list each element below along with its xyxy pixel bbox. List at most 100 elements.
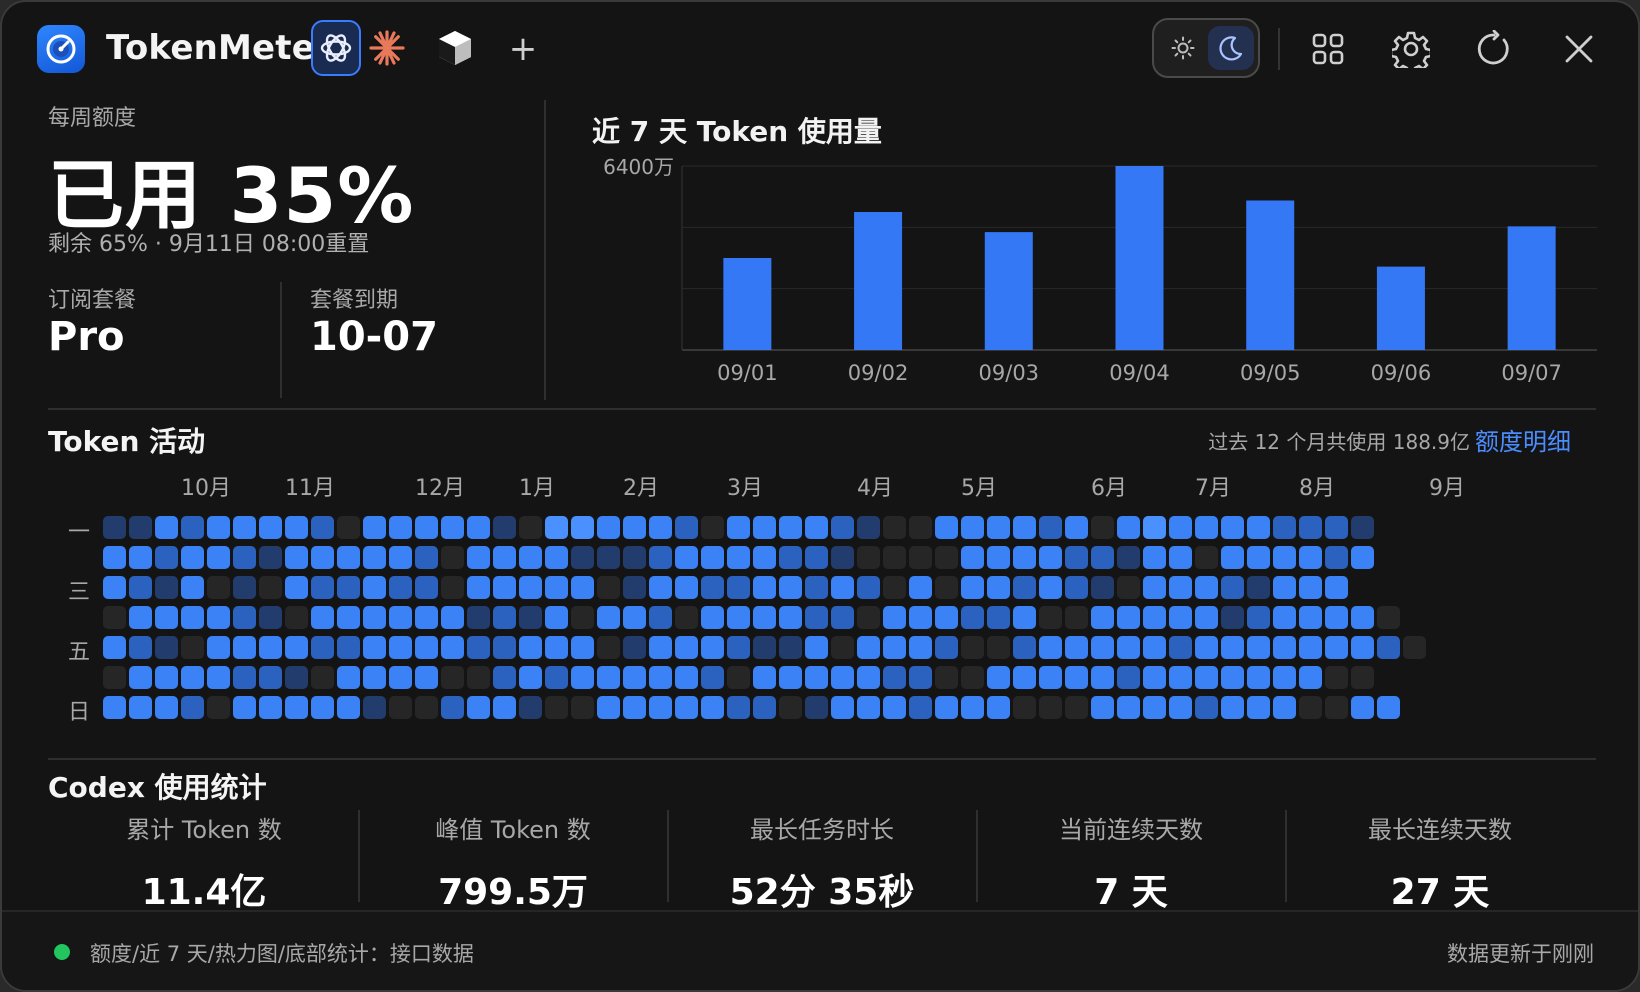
- heatmap-cell[interactable]: [961, 666, 984, 689]
- heatmap-cell[interactable]: [337, 696, 360, 719]
- heatmap-cell[interactable]: [207, 666, 230, 689]
- heatmap-cell[interactable]: [779, 636, 802, 659]
- heatmap-cell[interactable]: [1195, 576, 1218, 599]
- heatmap-cell[interactable]: [337, 636, 360, 659]
- heatmap-cell[interactable]: [1325, 606, 1348, 629]
- heatmap-cell[interactable]: [259, 696, 282, 719]
- heatmap-cell[interactable]: [1221, 516, 1244, 539]
- heatmap-cell[interactable]: [233, 606, 256, 629]
- heatmap-cell[interactable]: [649, 666, 672, 689]
- heatmap-cell[interactable]: [701, 516, 724, 539]
- heatmap-cell[interactable]: [155, 606, 178, 629]
- heatmap-cell[interactable]: [1143, 576, 1166, 599]
- refresh-icon[interactable]: [1467, 22, 1521, 76]
- heatmap-cell[interactable]: [207, 546, 230, 569]
- chart-bar[interactable]: [723, 258, 772, 350]
- heatmap-cell[interactable]: [129, 546, 152, 569]
- heatmap-cell[interactable]: [597, 636, 620, 659]
- heatmap-cell[interactable]: [753, 546, 776, 569]
- heatmap-cell[interactable]: [415, 576, 438, 599]
- heatmap-cell[interactable]: [1117, 666, 1140, 689]
- heatmap-cell[interactable]: [1065, 666, 1088, 689]
- heatmap-cell[interactable]: [1351, 696, 1374, 719]
- grid-view-icon[interactable]: [1301, 22, 1355, 76]
- heatmap-cell[interactable]: [571, 546, 594, 569]
- heatmap-cell[interactable]: [1299, 636, 1322, 659]
- heatmap-cell[interactable]: [987, 606, 1010, 629]
- heatmap-cell[interactable]: [311, 696, 334, 719]
- chart-bar[interactable]: [984, 232, 1033, 350]
- heatmap-cell[interactable]: [467, 606, 490, 629]
- heatmap-cell[interactable]: [831, 516, 854, 539]
- heatmap-cell[interactable]: [1299, 606, 1322, 629]
- heatmap-cell[interactable]: [467, 636, 490, 659]
- heatmap-cell[interactable]: [259, 516, 282, 539]
- heatmap-cell[interactable]: [285, 636, 308, 659]
- heatmap-cell[interactable]: [493, 516, 516, 539]
- heatmap-cell[interactable]: [1065, 516, 1088, 539]
- heatmap-cell[interactable]: [181, 666, 204, 689]
- heatmap-cell[interactable]: [545, 696, 568, 719]
- heatmap-cell[interactable]: [155, 546, 178, 569]
- heatmap-cell[interactable]: [519, 576, 542, 599]
- heatmap-cell[interactable]: [1247, 516, 1270, 539]
- heatmap-cell[interactable]: [831, 696, 854, 719]
- heatmap-cell[interactable]: [1273, 516, 1296, 539]
- heatmap-cell[interactable]: [1091, 516, 1114, 539]
- heatmap-cell[interactable]: [623, 636, 646, 659]
- add-provider-button[interactable]: +: [496, 22, 550, 76]
- heatmap-cell[interactable]: [441, 636, 464, 659]
- heatmap-cell[interactable]: [961, 696, 984, 719]
- heatmap-cell[interactable]: [493, 636, 516, 659]
- heatmap-cell[interactable]: [649, 636, 672, 659]
- heatmap-cell[interactable]: [285, 666, 308, 689]
- heatmap-cell[interactable]: [935, 636, 958, 659]
- heatmap-cell[interactable]: [857, 666, 880, 689]
- heatmap-cell[interactable]: [1039, 666, 1062, 689]
- heatmap-cell[interactable]: [415, 636, 438, 659]
- heatmap-cell[interactable]: [311, 546, 334, 569]
- heatmap-cell[interactable]: [1247, 696, 1270, 719]
- heatmap-cell[interactable]: [493, 546, 516, 569]
- heatmap-cell[interactable]: [1143, 696, 1166, 719]
- heatmap-cell[interactable]: [389, 696, 412, 719]
- chart-bar[interactable]: [1507, 226, 1556, 350]
- heatmap-cell[interactable]: [207, 576, 230, 599]
- heatmap-cell[interactable]: [1143, 606, 1166, 629]
- heatmap-cell[interactable]: [1169, 666, 1192, 689]
- sun-icon[interactable]: [1160, 26, 1206, 70]
- heatmap-cell[interactable]: [1195, 516, 1218, 539]
- heatmap-cell[interactable]: [207, 606, 230, 629]
- heatmap-cell[interactable]: [727, 696, 750, 719]
- heatmap-cell[interactable]: [805, 606, 828, 629]
- heatmap-cell[interactable]: [233, 546, 256, 569]
- heatmap-cell[interactable]: [363, 576, 386, 599]
- heatmap-cell[interactable]: [1325, 636, 1348, 659]
- heatmap-cell[interactable]: [337, 546, 360, 569]
- heatmap-cell[interactable]: [753, 666, 776, 689]
- heatmap-cell[interactable]: [181, 516, 204, 539]
- heatmap-cell[interactable]: [779, 606, 802, 629]
- heatmap-cell[interactable]: [233, 516, 256, 539]
- heatmap-cell[interactable]: [129, 666, 152, 689]
- heatmap-cell[interactable]: [1403, 636, 1426, 659]
- heatmap-cell[interactable]: [1325, 576, 1348, 599]
- heatmap-cell[interactable]: [1117, 516, 1140, 539]
- heatmap-cell[interactable]: [1195, 606, 1218, 629]
- heatmap-cell[interactable]: [623, 666, 646, 689]
- heatmap-cell[interactable]: [857, 696, 880, 719]
- heatmap-cell[interactable]: [415, 516, 438, 539]
- heatmap-cell[interactable]: [1273, 606, 1296, 629]
- heatmap-cell[interactable]: [1299, 576, 1322, 599]
- heatmap-cell[interactable]: [935, 606, 958, 629]
- heatmap-cell[interactable]: [1143, 546, 1166, 569]
- heatmap-cell[interactable]: [1221, 666, 1244, 689]
- heatmap-cell[interactable]: [1039, 696, 1062, 719]
- heatmap-cell[interactable]: [1091, 636, 1114, 659]
- heatmap-cell[interactable]: [727, 636, 750, 659]
- heatmap-cell[interactable]: [441, 576, 464, 599]
- heatmap-cell[interactable]: [675, 636, 698, 659]
- heatmap-cell[interactable]: [571, 696, 594, 719]
- heatmap-cell[interactable]: [259, 606, 282, 629]
- heatmap-cell[interactable]: [545, 666, 568, 689]
